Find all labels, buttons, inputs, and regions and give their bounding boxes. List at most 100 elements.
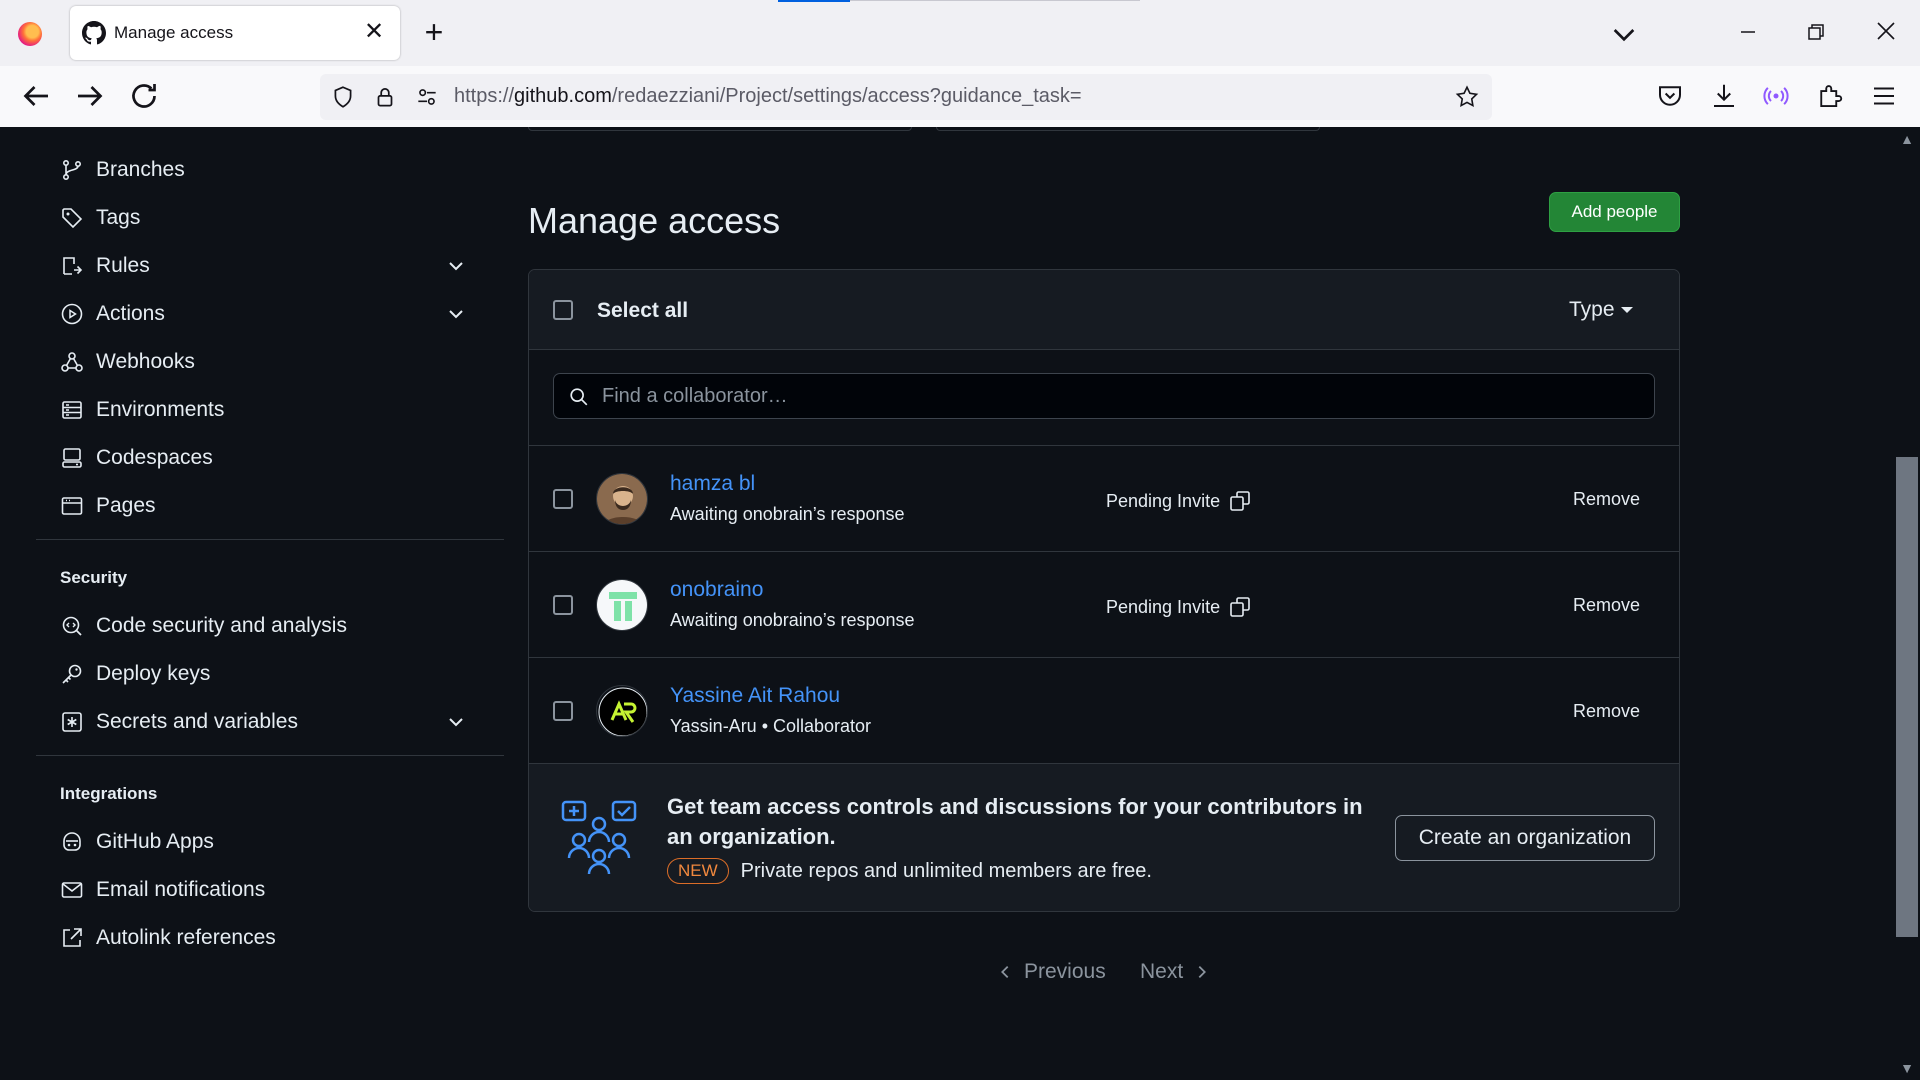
play-icon [61,303,83,325]
chevron-down-icon[interactable] [446,256,466,276]
sidebar-item-code-security[interactable]: Code security and analysis [60,606,500,646]
page-title: Manage access [528,200,781,241]
firefox-logo-icon [18,22,42,46]
tab-close-icon[interactable]: ✕ [360,18,388,46]
url-host: github.com [514,85,612,107]
git-branch-icon [62,159,82,180]
sidebar-item-label: Secrets and variables [96,710,298,733]
row-checkbox[interactable] [553,489,573,509]
caret-down-icon [1620,307,1633,314]
sidebar-item-codespaces[interactable]: Codespaces [60,438,500,478]
search-section [529,350,1679,446]
url-path: /redaezziani/Project/settings/access?gui… [611,85,1082,107]
link-external-icon [63,928,82,947]
sidebar-item-branches[interactable]: Branches [60,150,500,190]
tag-icon [62,208,83,229]
sidebar-item-rules[interactable]: Rules [60,246,500,286]
url-text[interactable]: https://github.com/redaezziani/Project/s… [454,85,1082,108]
extensions-puzzle-icon[interactable] [1812,78,1848,114]
copy-icon[interactable] [1228,595,1252,619]
chevron-down-icon[interactable] [446,712,466,732]
type-filter-dropdown[interactable]: Type [1569,298,1633,322]
back-arrow-icon[interactable] [18,78,54,114]
collaborator-row: Yassine Ait Rahou Yassin-Aru • Collabora… [529,658,1679,764]
create-organization-button[interactable]: Create an organization [1395,815,1655,861]
forward-arrow-icon[interactable] [72,78,108,114]
address-bar[interactable]: https://github.com/redaezziani/Project/s… [320,74,1492,120]
sidebar-item-github-apps[interactable]: GitHub Apps [60,822,500,862]
github-logo-icon [82,21,106,45]
avatar[interactable] [596,473,648,525]
restore-window-icon[interactable] [1796,14,1836,54]
search-input[interactable] [602,382,1642,410]
sidebar-item-label: Code security and analysis [96,614,347,637]
sidebar-divider [36,755,504,756]
row-checkbox[interactable] [553,595,573,615]
collaborator-subtitle: Awaiting onobrain’s response [670,504,905,524]
row-checkbox[interactable] [553,701,573,721]
add-people-button[interactable]: Add people [1549,192,1680,232]
tracking-protection-shield-icon[interactable] [330,84,356,110]
sidebar-item-actions[interactable]: Actions [60,294,500,334]
sidebar-item-label: Pages [96,494,156,517]
github-page: Branches Tags Rules Actions Webhooks Env… [0,127,1894,1080]
sidebar-item-autolink-references[interactable]: Autolink references [60,918,500,958]
broadcast-icon[interactable] [1758,78,1794,114]
promo-subtext: Private repos and unlimited members are … [740,859,1152,882]
sidebar-item-webhooks[interactable]: Webhooks [60,342,500,382]
key-icon [62,664,82,684]
browser-tab-bar: Manage access ✕ + [0,0,1920,66]
collaborator-row: onobraino Awaiting onobraino’s response … [529,552,1679,658]
sidebar-item-environments[interactable]: Environments [60,390,500,430]
sidebar-heading-security: Security [60,568,128,587]
collaborator-subtitle: Awaiting onobraino’s response [670,610,915,630]
pagination-previous[interactable]: Previous [996,960,1106,984]
browser-tab-active[interactable]: Manage access ✕ [70,6,400,60]
reload-icon[interactable] [126,78,162,114]
pagination-next[interactable]: Next [1140,960,1211,984]
sidebar-item-secrets[interactable]: Secrets and variables [60,702,500,742]
sidebar-item-pages[interactable]: Pages [60,486,500,526]
promo-subline: NEW Private repos and unlimited members … [667,858,1152,884]
collaborator-name-link[interactable]: onobraino [670,578,763,602]
new-tab-plus-icon[interactable]: + [418,14,450,52]
site-permissions-icon[interactable] [414,84,440,110]
downloads-icon[interactable] [1706,78,1742,114]
avatar[interactable] [596,579,648,631]
sidebar-item-label: Autolink references [96,926,276,949]
remove-button[interactable]: Remove [1573,701,1640,722]
url-scheme: https:// [454,85,515,107]
list-all-tabs-chevron-icon[interactable] [1608,18,1640,50]
close-window-icon[interactable] [1866,14,1906,54]
sidebar-heading-integrations: Integrations [60,784,158,803]
scroll-up-arrow-icon[interactable]: ▲ [1898,131,1916,147]
pending-invite-status: Pending Invite [1106,489,1252,513]
remove-button[interactable]: Remove [1573,489,1640,510]
sidebar-item-email-notifications[interactable]: Email notifications [60,870,500,910]
collaborator-name-link[interactable]: Yassine Ait Rahou [670,684,840,708]
collaborator-name-link[interactable]: hamza bl [670,472,755,496]
type-filter-label: Type [1569,298,1615,321]
app-menu-hamburger-icon[interactable] [1866,78,1902,114]
scroll-down-arrow-icon[interactable]: ▼ [1898,1060,1916,1076]
collaborators-box: Select all Type hamza bl Awaiting onobra… [528,269,1680,912]
chevron-down-icon[interactable] [446,304,466,324]
cutoff-card-right [936,127,1320,131]
minimize-icon[interactable] [1728,14,1768,54]
previous-label: Previous [1024,960,1106,983]
lock-icon[interactable] [372,84,398,110]
select-all-checkbox[interactable] [553,300,573,320]
sidebar-item-label: Email notifications [96,878,266,901]
pocket-icon[interactable] [1652,78,1688,114]
pending-invite-status: Pending Invite [1106,595,1252,619]
avatar[interactable] [596,685,648,737]
sidebar-item-deploy-keys[interactable]: Deploy keys [60,654,500,694]
bookmark-star-icon[interactable] [1454,84,1480,110]
remove-button[interactable]: Remove [1573,595,1640,616]
copy-icon[interactable] [1228,489,1252,513]
collaborator-search[interactable] [553,373,1655,419]
select-all-label[interactable]: Select all [597,299,688,323]
sidebar-item-tags[interactable]: Tags [60,198,500,238]
sidebar-item-label: Tags [96,206,141,229]
scrollbar-thumb[interactable] [1896,457,1918,937]
